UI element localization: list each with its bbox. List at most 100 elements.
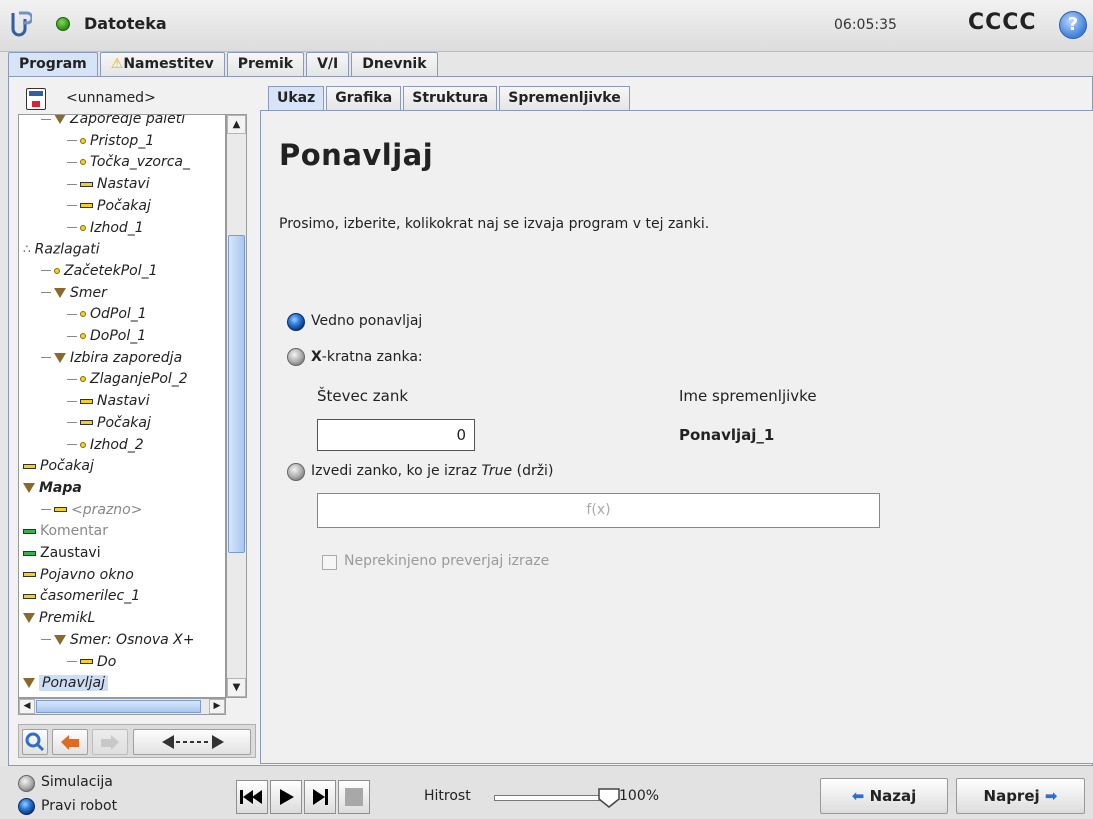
tree-toolbar (18, 724, 256, 758)
tree-vertical-scrollbar[interactable]: ▲ ▼ (226, 114, 247, 698)
tab-variables[interactable]: Spremenljivke (499, 86, 630, 111)
radio-while-expression[interactable] (287, 463, 305, 481)
redo-icon (101, 735, 119, 750)
tree-node[interactable]: Smer (41, 283, 107, 304)
robot-status-indicator-icon (56, 17, 70, 31)
speed-slider-knob-icon[interactable] (597, 787, 621, 809)
command-icon (80, 203, 93, 209)
scroll-down-icon[interactable]: ▼ (227, 678, 246, 697)
tree-node[interactable]: Pristop_1 (67, 131, 154, 152)
tree-node[interactable]: DoPol_1 (67, 326, 146, 347)
redo-button[interactable] (92, 729, 128, 755)
tree-node-label: <prazno> (71, 501, 143, 518)
scroll-right-icon[interactable]: ▶ (209, 699, 225, 714)
tab-program[interactable]: Program (8, 52, 98, 77)
tab-io[interactable]: V/I (306, 52, 350, 77)
radio-x-times[interactable] (287, 348, 305, 366)
rewind-button[interactable] (236, 780, 268, 814)
tree-node[interactable]: Smer: Osnova X+ (41, 630, 194, 651)
file-menu[interactable]: Datoteka (84, 14, 167, 33)
expand-triangle-icon (54, 352, 66, 363)
tree-node[interactable]: ZačetekPol_1 (41, 261, 158, 282)
tree-node[interactable]: Izhod_1 (67, 218, 144, 239)
real-robot-label: Pravi robot (41, 798, 118, 814)
speed-slider[interactable] (494, 795, 604, 801)
back-label: Nazaj (869, 787, 917, 805)
expand-triangle-icon (54, 115, 66, 124)
tree-node-label: DoPol_1 (90, 328, 147, 344)
tree-node[interactable]: Pojavno okno (23, 565, 134, 586)
tree-node[interactable]: OdPol_1 (67, 304, 147, 325)
tree-node[interactable]: Izhod_2 (67, 435, 144, 456)
save-icon[interactable] (26, 88, 46, 110)
tree-node[interactable]: Nastavi (67, 174, 150, 195)
program-tree[interactable]: Zaporedje paleti Pristop_1 Točka_vzorca_ Na… (18, 114, 226, 698)
tree-node[interactable]: <prazno> (41, 500, 142, 521)
play-button[interactable] (270, 780, 302, 814)
tree-node[interactable]: Komentar (23, 521, 108, 542)
tree-node[interactable]: Nastavi (67, 391, 150, 412)
skip-back-icon (240, 790, 262, 804)
tab-graphics[interactable]: Grafika (326, 86, 402, 111)
tree-node[interactable]: PremikL (23, 608, 95, 629)
command-icon (80, 181, 93, 187)
tree-node[interactable]: Do (67, 652, 116, 673)
tree-node[interactable]: časomerilec_1 (23, 586, 140, 607)
tree-node[interactable]: ∴ Razlagati (23, 239, 100, 260)
hscroll-thumb[interactable] (36, 700, 201, 713)
tab-installation[interactable]: ⚠Namestitev (99, 52, 225, 77)
scroll-left-icon[interactable]: ◀ (19, 699, 35, 714)
waypoint-icon (80, 311, 86, 318)
tree-connector (67, 422, 77, 424)
header-bar: Datoteka 06:05:35 CCCC ? (0, 0, 1093, 52)
tree-node[interactable]: Počakaj (23, 456, 94, 477)
continuous-check-label: Neprekinjeno preverjaj izraze (344, 553, 550, 569)
continuous-check-checkbox[interactable] (322, 555, 337, 570)
stop-button[interactable] (338, 780, 370, 814)
scroll-up-icon[interactable]: ▲ (227, 115, 246, 134)
tree-horizontal-scrollbar[interactable]: ◀ ▶ (18, 698, 226, 715)
tab-structure[interactable]: Struktura (403, 86, 498, 111)
robot-name: CCCC (968, 10, 1037, 35)
tree-node-label: ZačetekPol_1 (64, 262, 158, 279)
tree-node[interactable]: Počakaj (67, 413, 151, 434)
expand-triangle-icon (54, 634, 66, 645)
tree-node[interactable]: Izbira zaporedja (41, 348, 182, 369)
tree-connector (67, 335, 77, 337)
radio-real-robot[interactable] (18, 798, 35, 815)
tab-installation-label: Namestitev (123, 56, 214, 72)
tree-node-label: Točka_vzorca_ (90, 154, 191, 171)
waypoint-icon (80, 159, 86, 166)
program-file-bar: <unnamed> (10, 84, 257, 114)
next-button[interactable]: Naprej ➡ (956, 778, 1085, 814)
step-button[interactable] (304, 780, 336, 814)
radio-always-repeat[interactable] (287, 313, 305, 331)
tab-command[interactable]: Ukaz (268, 86, 325, 111)
radio-simulation[interactable] (18, 775, 35, 792)
expand-triangle-icon (23, 613, 35, 624)
help-button[interactable]: ? (1059, 11, 1087, 39)
waypoint-icon (80, 224, 86, 231)
tree-node-label: Nastavi (97, 393, 150, 410)
tree-node[interactable]: Točka_vzorca_ (67, 152, 190, 173)
tree-connector (67, 444, 77, 445)
tree-node[interactable]: ZlaganjePol_2 (67, 369, 188, 390)
command-icon (80, 659, 93, 664)
search-button[interactable] (22, 729, 48, 755)
tab-log[interactable]: Dnevnik (351, 52, 438, 77)
loop-count-input[interactable]: 0 (317, 419, 475, 451)
tree-node[interactable]: Mapa (23, 478, 82, 499)
tree-connector (41, 509, 51, 511)
scroll-thumb[interactable] (228, 235, 245, 553)
back-button[interactable]: ⬅ Nazaj (820, 778, 948, 814)
expression-input[interactable]: f(x) (317, 493, 880, 528)
pattern-icon: ∴ (23, 242, 31, 257)
undo-button[interactable] (52, 729, 88, 755)
tree-connector (41, 357, 51, 359)
tab-move[interactable]: Premik (226, 52, 305, 77)
tree-node[interactable]: Zaporedje paleti (41, 115, 185, 130)
move-node-button[interactable] (133, 729, 251, 755)
tree-node[interactable]: Počakaj (67, 196, 151, 217)
tree-node[interactable]: Zaustavi (23, 543, 101, 564)
tree-node[interactable]: Ponavljaj (23, 673, 108, 694)
